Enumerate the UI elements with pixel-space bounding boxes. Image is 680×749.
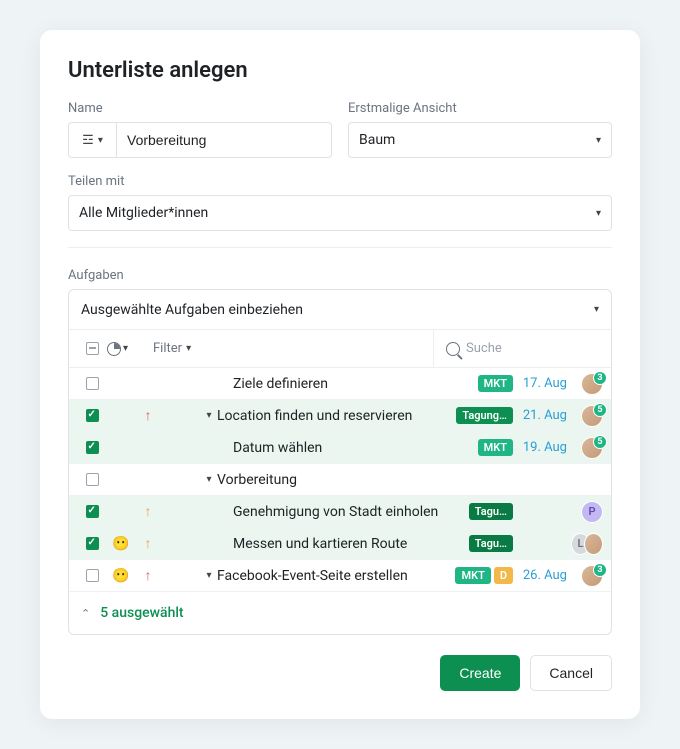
assignee-count-badge: 5	[593, 403, 607, 417]
expand-toggle[interactable]: ▾	[201, 410, 217, 421]
task-title: Facebook-Event-Seite erstellen	[217, 568, 455, 584]
modal-title: Unterliste anlegen	[68, 58, 612, 83]
share-value: Alle Mitglieder*innen	[79, 205, 208, 221]
assignee-count-badge: 5	[593, 435, 607, 449]
task-checkbox[interactable]	[86, 409, 99, 422]
caret-down-icon: ▾	[98, 135, 103, 146]
filter-button[interactable]: Filter ▾	[147, 341, 191, 356]
avatar: P	[581, 501, 603, 523]
assignee-avatars: 3	[567, 565, 603, 587]
task-tag: Tagung…	[456, 407, 513, 424]
cancel-button[interactable]: Cancel	[530, 655, 612, 691]
caret-down-icon: ▾	[123, 343, 128, 354]
create-sublist-modal: Unterliste anlegen Name ☲ ▾ Erstmalige A…	[40, 30, 640, 719]
selection-summary-bar[interactable]: ⌃ 5 ausgewählt	[69, 592, 611, 634]
assignee-avatars: L	[567, 533, 603, 555]
share-label: Teilen mit	[68, 174, 612, 189]
task-list-header: ▾ Filter ▾ Suche	[69, 330, 611, 368]
initial-view-field: Erstmalige Ansicht Baum ▾	[348, 101, 612, 158]
priority-icon: ↑	[135, 503, 161, 520]
priority-icon: ↑	[135, 407, 161, 424]
task-title: Datum wählen	[233, 440, 478, 456]
modal-footer: Create Cancel	[68, 655, 612, 691]
assignee-avatars: 5	[567, 437, 603, 459]
search-input[interactable]: Suche	[433, 330, 603, 367]
task-row[interactable]: ↑ Genehmigung von Stadt einholenTagu… P	[69, 496, 611, 528]
create-button[interactable]: Create	[440, 655, 520, 691]
task-tag: Tagu…	[469, 503, 513, 520]
task-tag: Tagu…	[469, 535, 513, 552]
caret-down-icon: ▾	[596, 208, 601, 219]
caret-down-icon: ▾	[186, 343, 191, 354]
caret-down-icon: ▾	[596, 135, 601, 146]
task-mode-select[interactable]: Ausgewählte Aufgaben einbeziehen ▾	[69, 290, 611, 330]
selection-count: 5 ausgewählt	[100, 605, 183, 621]
task-row[interactable]: ↑ ▾Location finden und reservierenTagung……	[69, 400, 611, 432]
task-checkbox[interactable]	[86, 505, 99, 518]
task-title: Ziele definieren	[233, 376, 478, 392]
name-field: Name ☲ ▾	[68, 101, 332, 158]
task-date: 17. Aug	[513, 376, 567, 391]
view-select[interactable]: Baum ▾	[348, 122, 612, 158]
task-panel: Ausgewählte Aufgaben einbeziehen ▾ ▾ Fil…	[68, 289, 612, 635]
task-tag: MKT	[478, 439, 513, 456]
status-icon: 😶	[107, 568, 135, 584]
task-title: Location finden und reservieren	[217, 408, 456, 424]
task-row[interactable]: ▾Vorbereitung	[69, 464, 611, 496]
status-icon: 😶	[107, 536, 135, 552]
task-date: 19. Aug	[513, 440, 567, 455]
name-input[interactable]	[116, 122, 332, 158]
task-checkbox[interactable]	[86, 537, 99, 550]
task-date: 21. Aug	[513, 408, 567, 423]
task-title: Genehmigung von Stadt einholen	[233, 504, 469, 520]
task-checkbox[interactable]	[86, 473, 99, 486]
task-checkbox[interactable]	[86, 441, 99, 454]
list-icon: ☲	[82, 133, 94, 148]
avatar	[584, 533, 603, 555]
task-date: 26. Aug	[513, 568, 567, 583]
share-field: Teilen mit Alle Mitglieder*innen ▾	[68, 174, 612, 231]
task-tag: MKT	[478, 375, 513, 392]
view-value: Baum	[359, 132, 395, 148]
status-column-header[interactable]: ▾	[107, 342, 147, 356]
task-row[interactable]: Datum wählenMKT19. Aug5	[69, 432, 611, 464]
search-icon	[446, 342, 460, 356]
task-title: Messen und kartieren Route	[233, 536, 469, 552]
task-title: Vorbereitung	[217, 472, 513, 488]
expand-toggle[interactable]: ▾	[201, 474, 217, 485]
assignee-avatars: 3	[567, 373, 603, 395]
expand-toggle[interactable]: ▾	[201, 570, 217, 581]
list-icon-picker[interactable]: ☲ ▾	[68, 122, 116, 158]
assignee-avatars: P	[567, 501, 603, 523]
task-checkbox[interactable]	[86, 377, 99, 390]
tasks-label: Aufgaben	[68, 268, 124, 283]
task-row[interactable]: 😶↑ Messen und kartieren RouteTagu… L	[69, 528, 611, 560]
priority-icon: ↑	[135, 535, 161, 552]
caret-down-icon: ▾	[594, 304, 599, 315]
select-all-checkbox[interactable]	[86, 342, 99, 355]
pie-icon	[107, 342, 121, 356]
task-mode-value: Ausgewählte Aufgaben einbeziehen	[81, 302, 303, 318]
task-list: Ziele definierenMKT17. Aug3↑▾Location fi…	[69, 368, 611, 592]
priority-icon: ↑	[135, 567, 161, 584]
chevron-up-icon: ⌃	[81, 607, 90, 620]
assignee-count-badge: 3	[593, 563, 607, 577]
assignee-avatars: 5	[567, 405, 603, 427]
task-tag: MKT	[455, 567, 490, 584]
name-label: Name	[68, 101, 332, 116]
divider	[68, 247, 612, 248]
task-row[interactable]: Ziele definierenMKT17. Aug3	[69, 368, 611, 400]
assignee-count-badge: 3	[593, 371, 607, 385]
share-select[interactable]: Alle Mitglieder*innen ▾	[68, 195, 612, 231]
task-checkbox[interactable]	[86, 569, 99, 582]
task-tag: D	[494, 567, 513, 584]
view-label: Erstmalige Ansicht	[348, 101, 612, 116]
task-row[interactable]: 😶↑ ▾Facebook-Event-Seite erstellenMKTD26.…	[69, 560, 611, 592]
